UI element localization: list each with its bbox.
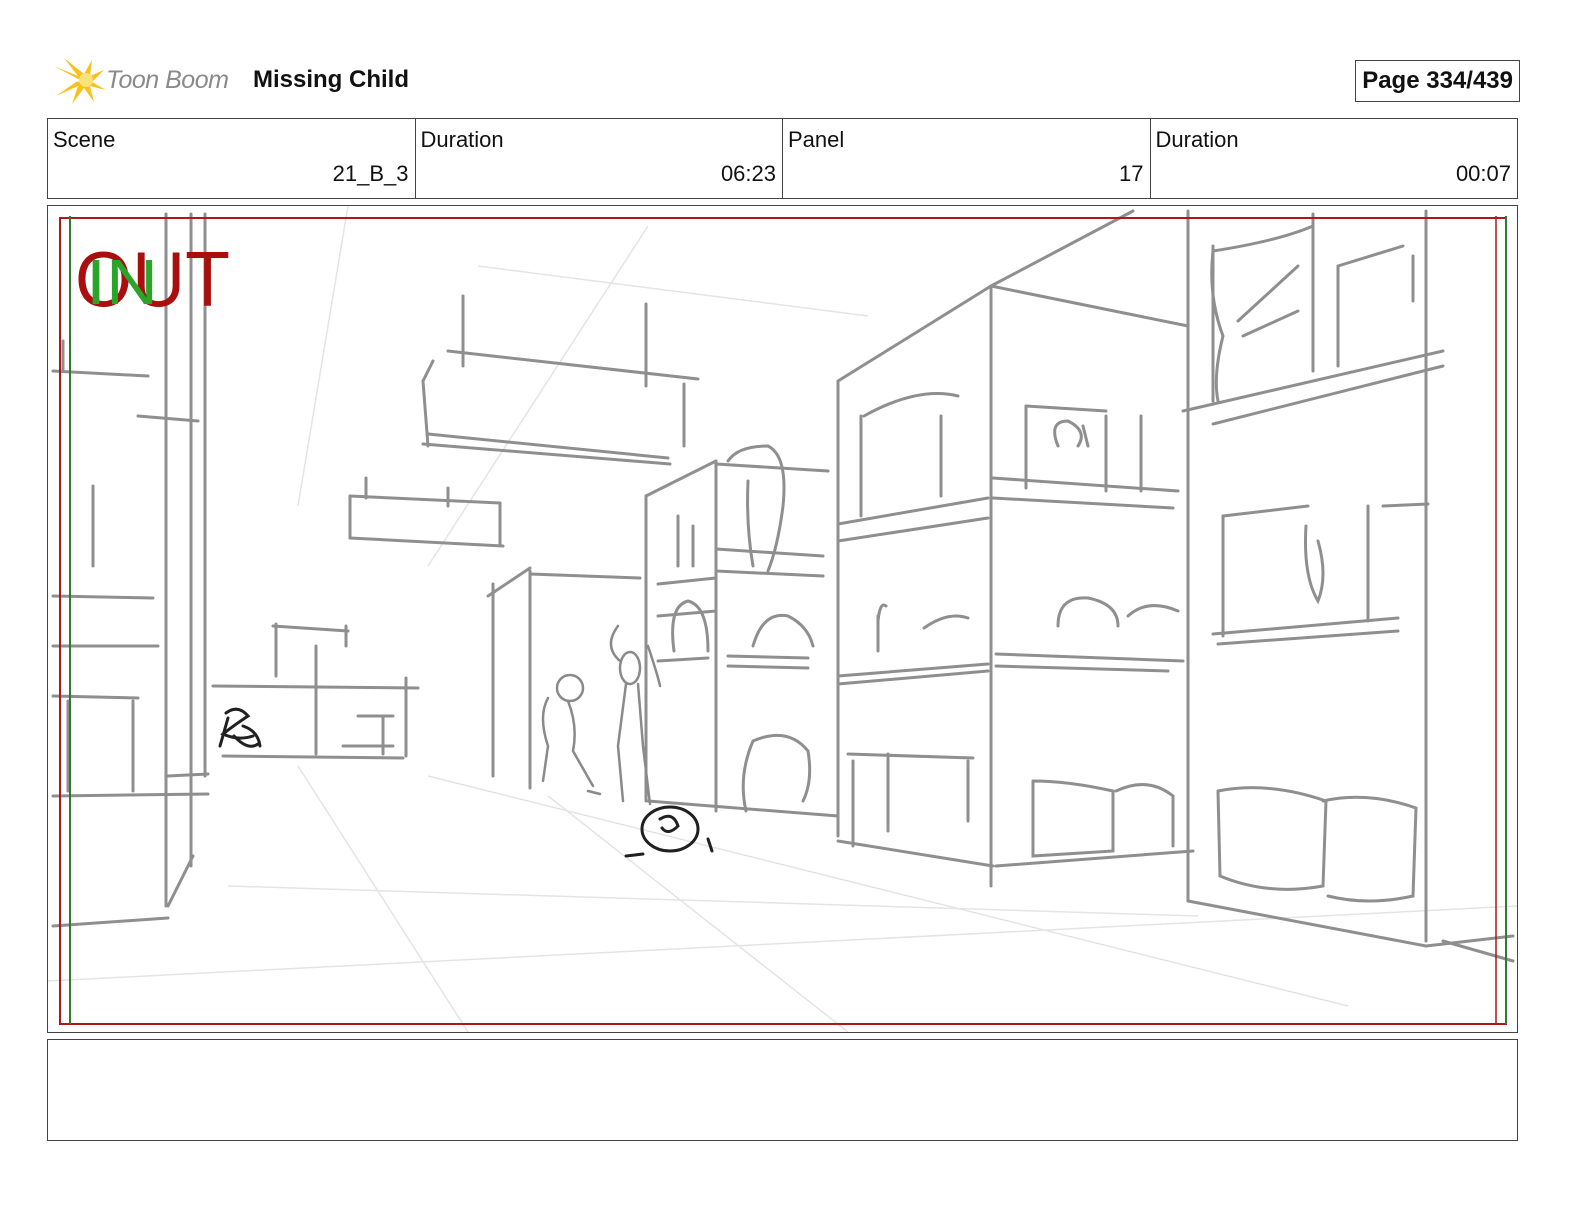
panel-duration-label: Duration: [1155, 127, 1239, 152]
logo-text: Toon Boom: [106, 66, 229, 94]
toon-boom-logo: Toon Boom: [52, 56, 242, 106]
storyboard-panel: OUT IN: [47, 205, 1518, 1033]
page-indicator: Page 334/439: [1355, 60, 1520, 102]
starburst-icon: [54, 58, 106, 104]
panel-duration-value: 00:07: [1455, 161, 1511, 186]
panel-duration-cell: Duration 00:07: [1151, 119, 1518, 198]
panel-info-table: Scene 21_B_3 Duration 06:23 Panel 17 Dur…: [47, 118, 1518, 199]
scene-value: 21_B_3: [332, 161, 409, 186]
panel-label: Panel: [788, 127, 845, 152]
scene-duration-cell: Duration 06:23: [416, 119, 783, 198]
panel-notes-box: [47, 1039, 1518, 1141]
page-header: Toon Boom Missing Child Page 334/439: [48, 52, 1520, 110]
scene-label: Scene: [53, 127, 116, 152]
panel-cell: Panel 17: [783, 119, 1151, 198]
project-title: Missing Child: [253, 66, 409, 93]
panel-value: 17: [1119, 161, 1144, 186]
sketch-image: OUT IN: [48, 206, 1517, 1032]
scene-cell: Scene 21_B_3: [48, 119, 416, 198]
scene-duration-value: 06:23: [720, 161, 776, 186]
in-marker: IN: [86, 246, 158, 318]
scene-duration-label: Duration: [420, 127, 504, 152]
